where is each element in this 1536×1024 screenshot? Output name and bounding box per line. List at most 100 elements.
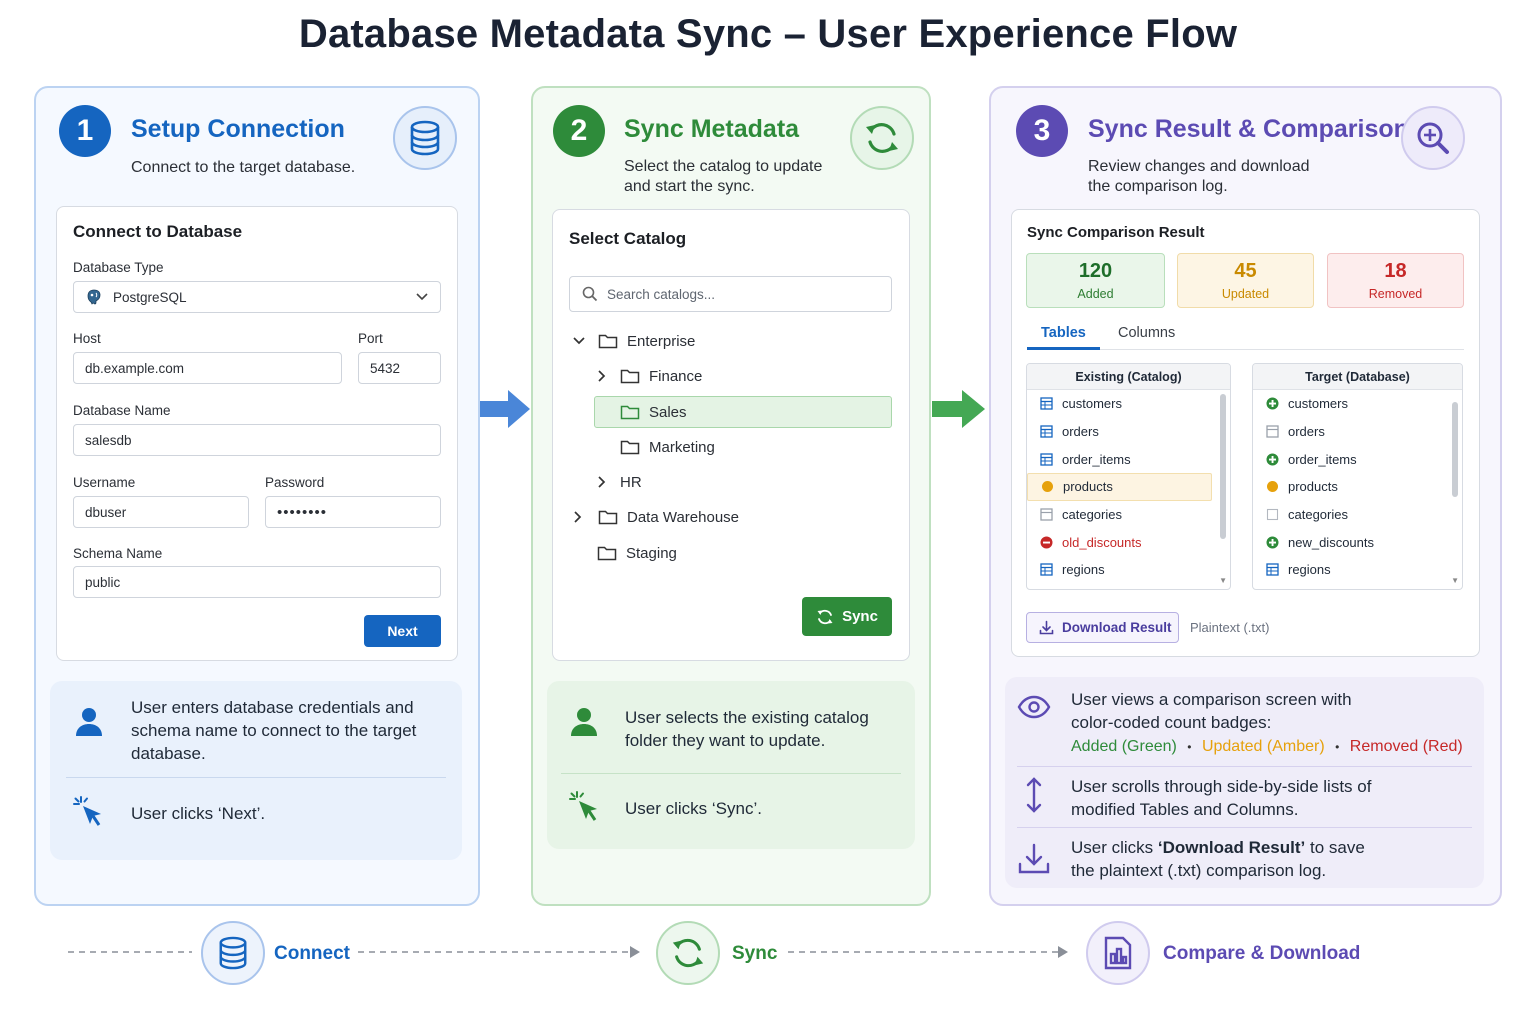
tree-item-data-warehouse[interactable]: Data Warehouse xyxy=(573,502,739,532)
scroll-down-icon[interactable]: ▼ xyxy=(1219,576,1227,585)
card-title: Sync Comparison Result xyxy=(1027,224,1205,241)
search-icon xyxy=(582,286,598,302)
folder-icon xyxy=(620,440,640,455)
note-click-next: User clicks ‘Next’. xyxy=(131,804,266,823)
step-number-badge: 2 xyxy=(553,105,605,157)
list-item[interactable]: order_items xyxy=(1027,445,1230,473)
catalog-search-input[interactable]: Search catalogs... xyxy=(569,276,892,312)
chevron-down-icon xyxy=(573,337,585,345)
download-icon xyxy=(1039,620,1054,635)
database-type-value: PostgreSQL xyxy=(113,289,187,305)
tree-item-staging[interactable]: Staging xyxy=(597,538,677,568)
folder-icon xyxy=(620,405,640,420)
list-item[interactable]: regions xyxy=(1253,556,1462,584)
step-number-badge: 3 xyxy=(1016,105,1068,157)
existing-catalog-list[interactable]: Existing (Catalog) customers orders orde… xyxy=(1026,363,1231,590)
list-item[interactable]: products xyxy=(1253,473,1462,501)
flow-step-compare-download: Compare & Download xyxy=(1163,943,1361,964)
password-input[interactable]: •••••••• xyxy=(265,496,441,528)
chevron-right-icon xyxy=(598,370,606,382)
tree-item-sales[interactable]: Sales xyxy=(620,397,687,427)
folder-icon xyxy=(598,334,618,349)
download-result-button[interactable]: Download Result xyxy=(1026,612,1179,643)
schema-name-input[interactable]: public xyxy=(73,566,441,598)
list-item[interactable]: new_discounts xyxy=(1253,528,1462,556)
password-label: Password xyxy=(265,475,325,490)
list-item[interactable]: categories xyxy=(1253,501,1462,529)
list-item[interactable]: products xyxy=(1027,473,1212,501)
scroll-down-icon[interactable]: ▼ xyxy=(1451,576,1459,585)
tree-item-enterprise[interactable]: Enterprise xyxy=(573,326,695,356)
step-heading: Setup Connection xyxy=(131,115,345,143)
tab-tables[interactable]: Tables xyxy=(1041,325,1086,341)
list-item[interactable]: old_discounts xyxy=(1027,528,1230,556)
updated-dot-icon xyxy=(1266,481,1278,493)
username-input[interactable]: dbuser xyxy=(73,496,249,528)
step-description: Connect to the target database. xyxy=(131,159,356,176)
port-input[interactable]: 5432 xyxy=(358,352,441,384)
list-item[interactable]: orders xyxy=(1027,418,1230,446)
tree-item-marketing[interactable]: Marketing xyxy=(620,432,715,462)
target-database-list[interactable]: Target (Database) customers orders order… xyxy=(1252,363,1463,590)
username-label: Username xyxy=(73,475,136,490)
note-click-sync: User clicks ‘Sync’. xyxy=(625,799,762,818)
search-placeholder: Search catalogs... xyxy=(607,286,716,302)
divider xyxy=(1017,766,1472,767)
remove-circle-icon xyxy=(1040,536,1052,549)
table-icon xyxy=(1039,508,1053,521)
scrollbar[interactable] xyxy=(1220,394,1226,539)
database-type-select[interactable]: PostgreSQL xyxy=(73,281,441,313)
cursor-click-icon xyxy=(569,791,597,821)
sync-icon xyxy=(817,609,833,624)
scrollbar[interactable] xyxy=(1452,402,1458,497)
chevron-down-icon xyxy=(416,293,428,301)
table-icon xyxy=(1265,425,1279,438)
divider xyxy=(1017,827,1472,828)
card-title: Select Catalog xyxy=(569,229,687,248)
list-item[interactable]: categories xyxy=(1027,501,1230,529)
schema-name-label: Schema Name xyxy=(73,546,163,561)
table-icon xyxy=(1265,563,1279,577)
note-text: User scrolls through side-by-side lists … xyxy=(1071,777,1372,819)
list-item[interactable]: customers xyxy=(1253,390,1462,418)
database-name-input[interactable]: salesdb xyxy=(73,424,441,456)
user-icon xyxy=(571,708,597,736)
table-icon xyxy=(1039,563,1053,577)
add-circle-icon xyxy=(1266,397,1278,410)
chevron-right-icon xyxy=(598,476,606,488)
database-name-label: Database Name xyxy=(73,403,171,418)
chevron-right-icon xyxy=(574,511,582,523)
added-count-badge: 120 Added xyxy=(1026,253,1165,308)
host-input[interactable]: db.example.com xyxy=(73,352,342,384)
sync-icon xyxy=(656,921,720,985)
next-button[interactable]: Next xyxy=(364,615,441,647)
checkbox-icon xyxy=(1266,509,1278,521)
step-description: Select the catalog to update and start t… xyxy=(624,158,823,195)
folder-icon xyxy=(620,369,640,384)
flow-step-sync: Sync xyxy=(732,943,778,964)
port-label: Port xyxy=(358,331,383,346)
table-icon xyxy=(1039,425,1053,438)
color-legend: Added (Green) • Updated (Amber) • Remove… xyxy=(1071,738,1463,755)
folder-icon xyxy=(598,510,618,525)
user-icon xyxy=(76,708,102,736)
tab-columns[interactable]: Columns xyxy=(1118,325,1175,341)
list-item[interactable]: regions xyxy=(1027,556,1230,584)
list-item[interactable]: orders xyxy=(1253,418,1462,446)
magnify-plus-icon xyxy=(1401,106,1465,170)
step-number-badge: 1 xyxy=(59,105,111,157)
step-description: Review changes and download the comparis… xyxy=(1088,158,1310,195)
list-item[interactable]: order_items xyxy=(1253,445,1462,473)
sync-button[interactable]: Sync xyxy=(802,597,892,636)
note-text: User enters database credentials and sch… xyxy=(131,698,417,763)
list-header: Target (Database) xyxy=(1253,364,1462,390)
divider xyxy=(66,777,446,778)
database-icon xyxy=(201,921,265,985)
tree-item-hr[interactable]: HR xyxy=(597,467,642,497)
list-item[interactable]: customers xyxy=(1027,390,1230,418)
download-icon xyxy=(1018,843,1050,874)
file-format-label: Plaintext (.txt) xyxy=(1190,620,1270,635)
database-icon xyxy=(393,106,457,170)
sync-icon xyxy=(850,106,914,170)
tree-item-finance[interactable]: Finance xyxy=(597,361,702,391)
